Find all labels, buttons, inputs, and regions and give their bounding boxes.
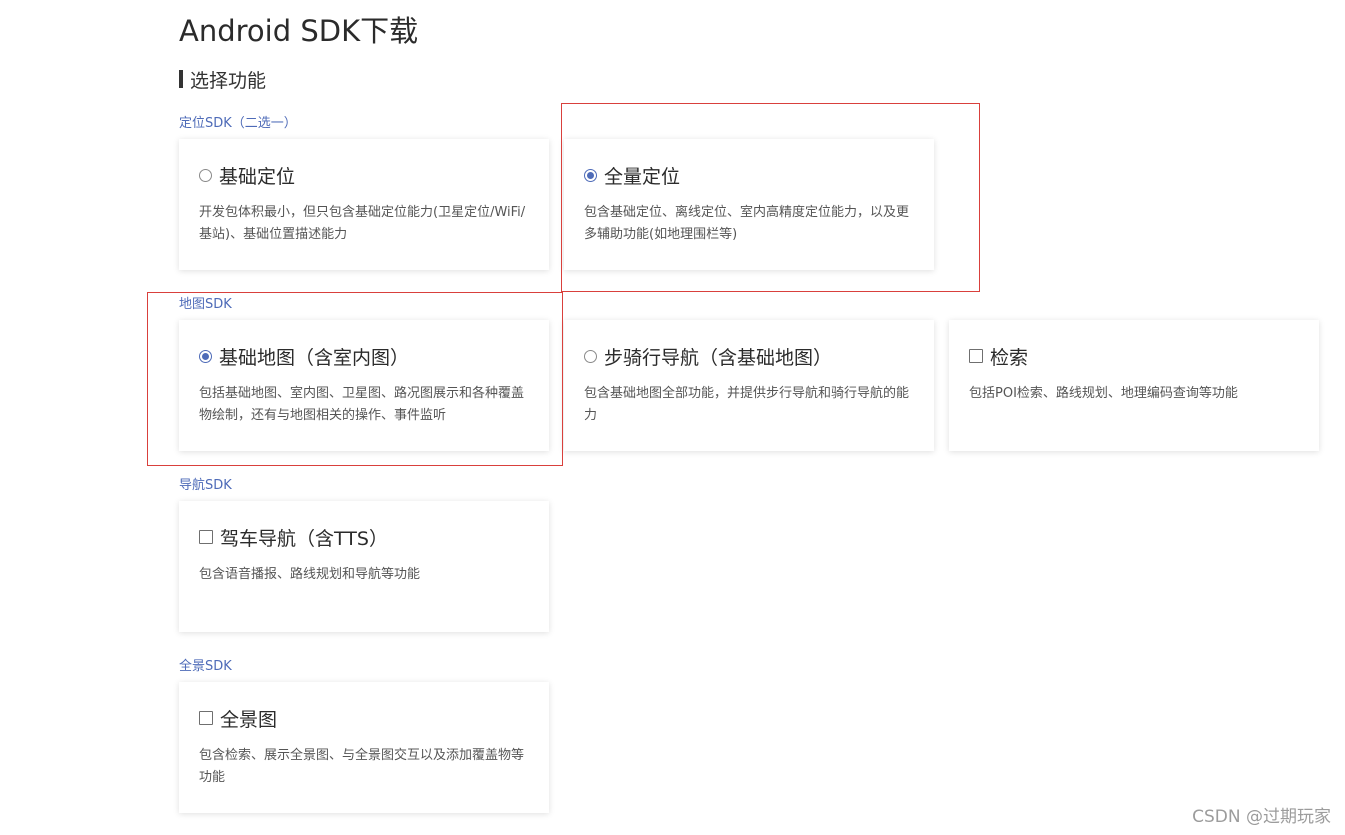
option-card-search[interactable]: 检索 包括POI检索、路线规划、地理编码查询等功能 <box>949 320 1319 451</box>
option-card-full-location[interactable]: 全量定位 包含基础定位、离线定位、室内高精度定位能力，以及更多辅助功能(如地理围… <box>564 139 934 270</box>
group-label-navigation-sdk: 导航SDK <box>179 478 232 493</box>
card-title: 驾车导航（含TTS） <box>220 527 388 550</box>
card-description: 开发包体积最小，但只包含基础定位能力(卫星定位/WiFi/基站)、基础位置描述能… <box>199 205 526 242</box>
basic-map-radio[interactable] <box>199 349 212 363</box>
walk-ride-navigation-radio[interactable] <box>584 349 597 363</box>
section-title-bar <box>179 70 183 88</box>
search-checkbox[interactable] <box>969 349 983 363</box>
card-title: 检索 <box>990 346 1029 369</box>
group-label-map-sdk: 地图SDK <box>179 297 232 312</box>
group-label-panorama-sdk: 全景SDK <box>179 659 232 674</box>
full-location-radio[interactable] <box>584 168 597 182</box>
card-description: 包括基础地图、室内图、卫星图、路况图展示和各种覆盖物绘制，还有与地图相关的操作、… <box>199 386 525 423</box>
card-title: 全景图 <box>220 708 278 731</box>
card-description: 包括POI检索、路线规划、地理编码查询等功能 <box>969 386 1238 401</box>
card-title: 全量定位 <box>604 165 681 188</box>
card-title: 基础定位 <box>219 165 296 188</box>
card-description: 包含基础地图全部功能，并提供步行导航和骑行导航的能力 <box>584 386 910 423</box>
option-card-walk-ride-navigation[interactable]: 步骑行导航（含基础地图） 包含基础地图全部功能，并提供步行导航和骑行导航的能力 <box>564 320 934 451</box>
card-title: 基础地图（含室内图） <box>219 346 410 369</box>
group-label-location-sdk: 定位SDK（二选一） <box>179 116 297 131</box>
section-title: 选择功能 <box>179 66 266 92</box>
watermark: CSDN @过期玩家 <box>1192 807 1331 827</box>
card-description: 包含基础定位、离线定位、室内高精度定位能力，以及更多辅助功能(如地理围栏等) <box>584 205 910 242</box>
driving-navigation-checkbox[interactable] <box>199 530 213 544</box>
option-card-panorama[interactable]: 全景图 包含检索、展示全景图、与全景图交互以及添加覆盖物等功能 <box>179 682 549 813</box>
option-card-basic-location[interactable]: 基础定位 开发包体积最小，但只包含基础定位能力(卫星定位/WiFi/基站)、基础… <box>179 139 549 270</box>
basic-location-radio[interactable] <box>199 168 212 182</box>
option-card-driving-navigation[interactable]: 驾车导航（含TTS） 包含语音播报、路线规划和导航等功能 <box>179 501 549 632</box>
card-description: 包含语音播报、路线规划和导航等功能 <box>199 567 421 582</box>
page-title: Android SDK下载 <box>179 14 419 48</box>
option-card-basic-map[interactable]: 基础地图（含室内图） 包括基础地图、室内图、卫星图、路况图展示和各种覆盖物绘制，… <box>179 320 549 451</box>
card-title: 步骑行导航（含基础地图） <box>604 346 833 369</box>
panorama-checkbox[interactable] <box>199 711 213 725</box>
section-title-text: 选择功能 <box>190 69 267 92</box>
card-description: 包含检索、展示全景图、与全景图交互以及添加覆盖物等功能 <box>199 748 525 785</box>
